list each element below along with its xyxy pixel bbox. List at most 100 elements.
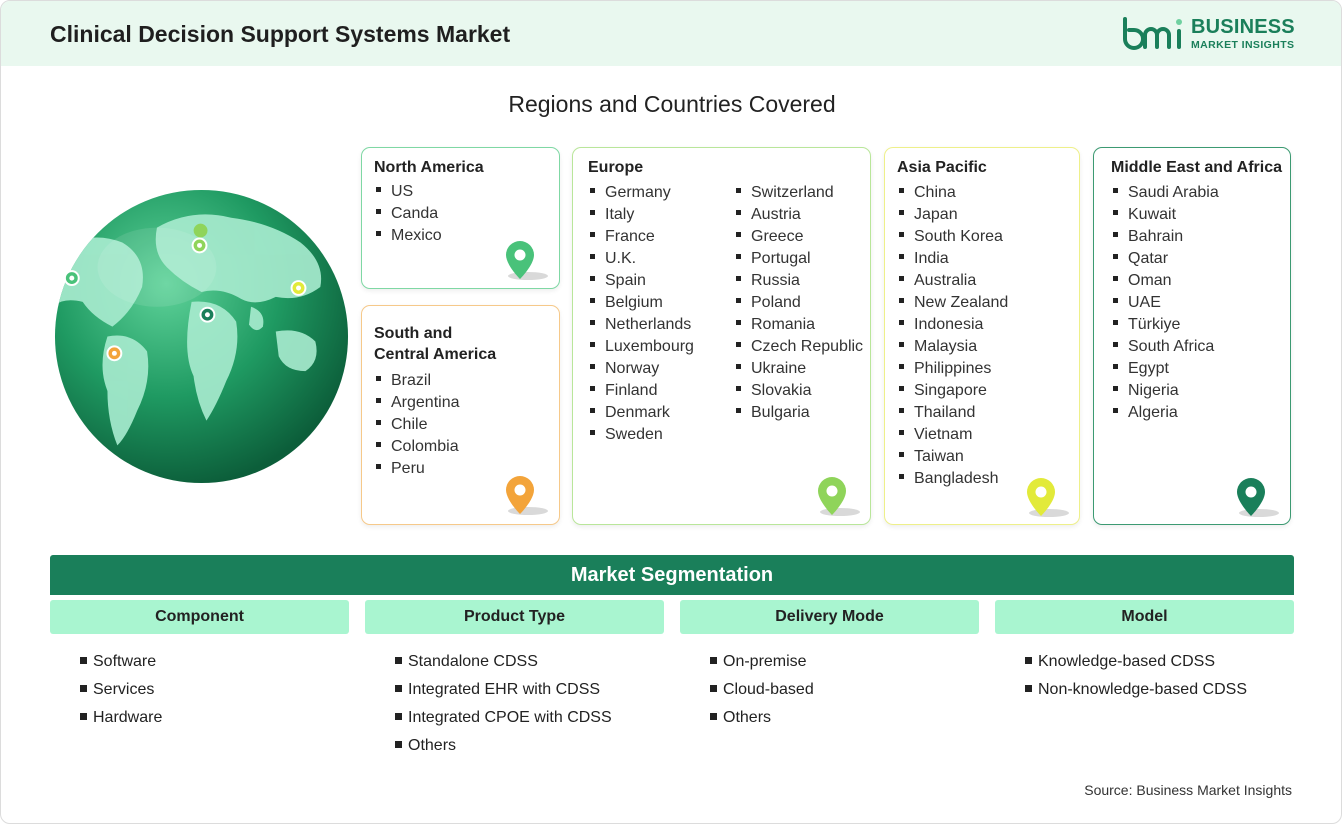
region-title-europe: Europe xyxy=(588,159,644,176)
segment-head-product-type: Product Type xyxy=(365,600,664,634)
country-list-north-america: US Canda Mexico xyxy=(376,181,442,247)
list-item: Others xyxy=(710,707,814,735)
list-item: Algeria xyxy=(1113,402,1219,424)
bmi-logo-icon xyxy=(1123,17,1182,50)
map-pin-icon xyxy=(1237,478,1279,517)
list-item: India xyxy=(899,248,1008,270)
segment-head-model: Model xyxy=(995,600,1294,634)
segmentation-title: Market Segmentation xyxy=(50,555,1294,595)
list-item: Mexico xyxy=(376,225,442,247)
list-item: Standalone CDSS xyxy=(395,651,612,679)
regions-title: Regions and Countries Covered xyxy=(508,91,836,117)
list-item: Software xyxy=(80,651,162,679)
list-item: Russia xyxy=(736,270,863,292)
list-item: Japan xyxy=(899,204,1008,226)
list-item: Poland xyxy=(736,292,863,314)
country-list-asia-pacific: China Japan South Korea India Australia … xyxy=(899,182,1008,490)
list-item: Hardware xyxy=(80,707,162,735)
list-item: Peru xyxy=(376,458,460,480)
list-item: Sweden xyxy=(590,424,694,446)
region-card-north-america: North America US Canda Mexico xyxy=(361,147,560,289)
list-item: Luxembourg xyxy=(590,336,694,358)
list-item: Argentina xyxy=(376,392,460,414)
list-item: Norway xyxy=(590,358,694,380)
list-item: Ukraine xyxy=(736,358,863,380)
region-title-north-america: North America xyxy=(374,159,484,176)
segment-list-delivery-mode: On-premise Cloud-based Others xyxy=(710,651,814,735)
list-item: Netherlands xyxy=(590,314,694,336)
segment-list-component: Software Services Hardware xyxy=(80,651,162,735)
segment-list-model: Knowledge-based CDSS Non-knowledge-based… xyxy=(1025,651,1247,707)
list-item: Brazil xyxy=(376,370,460,392)
list-item: Vietnam xyxy=(899,424,1008,446)
list-item: Switzerland xyxy=(736,182,863,204)
segment-head-component: Component xyxy=(50,600,349,634)
logo-text-business: BUSINESS xyxy=(1191,16,1295,38)
list-item: Saudi Arabia xyxy=(1113,182,1219,204)
map-pin-icon xyxy=(1027,478,1069,517)
list-item: Non-knowledge-based CDSS xyxy=(1025,679,1247,707)
list-item: Taiwan xyxy=(899,446,1008,468)
list-item: China xyxy=(899,182,1008,204)
list-item: Greece xyxy=(736,226,863,248)
list-item: South Africa xyxy=(1113,336,1219,358)
list-item: Thailand xyxy=(899,402,1008,424)
globe-icon xyxy=(54,189,349,484)
list-item: Services xyxy=(80,679,162,707)
list-item: Singapore xyxy=(899,380,1008,402)
region-card-asia-pacific: Asia Pacific China Japan South Korea Ind… xyxy=(884,147,1080,525)
region-card-south-america: South and Central America Brazil Argenti… xyxy=(361,305,560,525)
list-item: On-premise xyxy=(710,651,814,679)
brand-logo: BUSINESS MARKET INSIGHTS xyxy=(1121,15,1301,55)
page-title: Clinical Decision Support Systems Market xyxy=(50,21,511,47)
list-item: US xyxy=(376,181,442,203)
list-item: Philippines xyxy=(899,358,1008,380)
country-list-middle-east-africa: Saudi Arabia Kuwait Bahrain Qatar Oman U… xyxy=(1113,182,1219,424)
list-item: Slovakia xyxy=(736,380,863,402)
region-title-asia-pacific: Asia Pacific xyxy=(897,159,987,176)
country-list-europe-left: Germany Italy France U.K. Spain Belgium … xyxy=(590,182,694,446)
list-item: Czech Republic xyxy=(736,336,863,358)
list-item: South Korea xyxy=(899,226,1008,248)
segment-head-delivery-mode: Delivery Mode xyxy=(680,600,979,634)
list-item: Portugal xyxy=(736,248,863,270)
source-note: Source: Business Market Insights xyxy=(1084,782,1292,798)
list-item: Türkiye xyxy=(1113,314,1219,336)
segment-list-product-type: Standalone CDSS Integrated EHR with CDSS… xyxy=(395,651,612,763)
list-item: Romania xyxy=(736,314,863,336)
map-pin-icon xyxy=(506,241,548,280)
map-pin-icon xyxy=(506,476,548,515)
list-item: UAE xyxy=(1113,292,1219,314)
region-title-middle-east-africa: Middle East and Africa xyxy=(1111,159,1282,176)
logo-text-market-insights: MARKET INSIGHTS xyxy=(1191,39,1295,51)
list-item: France xyxy=(590,226,694,248)
list-item: Germany xyxy=(590,182,694,204)
list-item: Belgium xyxy=(590,292,694,314)
list-item: Malaysia xyxy=(899,336,1008,358)
list-item: Qatar xyxy=(1113,248,1219,270)
list-item: Knowledge-based CDSS xyxy=(1025,651,1247,679)
region-title-south-america: South and Central America xyxy=(374,325,497,363)
list-item: Chile xyxy=(376,414,460,436)
header-bar: Clinical Decision Support Systems Market… xyxy=(1,1,1341,66)
list-item: Canda xyxy=(376,203,442,225)
list-item: Australia xyxy=(899,270,1008,292)
list-item: Spain xyxy=(590,270,694,292)
list-item: Colombia xyxy=(376,436,460,458)
list-item: New Zealand xyxy=(899,292,1008,314)
list-item: Finland xyxy=(590,380,694,402)
list-item: Bangladesh xyxy=(899,468,1008,490)
list-item: Oman xyxy=(1113,270,1219,292)
list-item: Cloud-based xyxy=(710,679,814,707)
list-item: Italy xyxy=(590,204,694,226)
list-item: Austria xyxy=(736,204,863,226)
list-item: Integrated CPOE with CDSS xyxy=(395,707,612,735)
list-item: Integrated EHR with CDSS xyxy=(395,679,612,707)
list-item: Others xyxy=(395,735,612,763)
map-pin-icon xyxy=(818,477,860,516)
list-item: Nigeria xyxy=(1113,380,1219,402)
list-item: Indonesia xyxy=(899,314,1008,336)
list-item: Bulgaria xyxy=(736,402,863,424)
country-list-europe-right: Switzerland Austria Greece Portugal Russ… xyxy=(736,182,863,424)
country-list-south-america: Brazil Argentina Chile Colombia Peru xyxy=(376,370,460,480)
